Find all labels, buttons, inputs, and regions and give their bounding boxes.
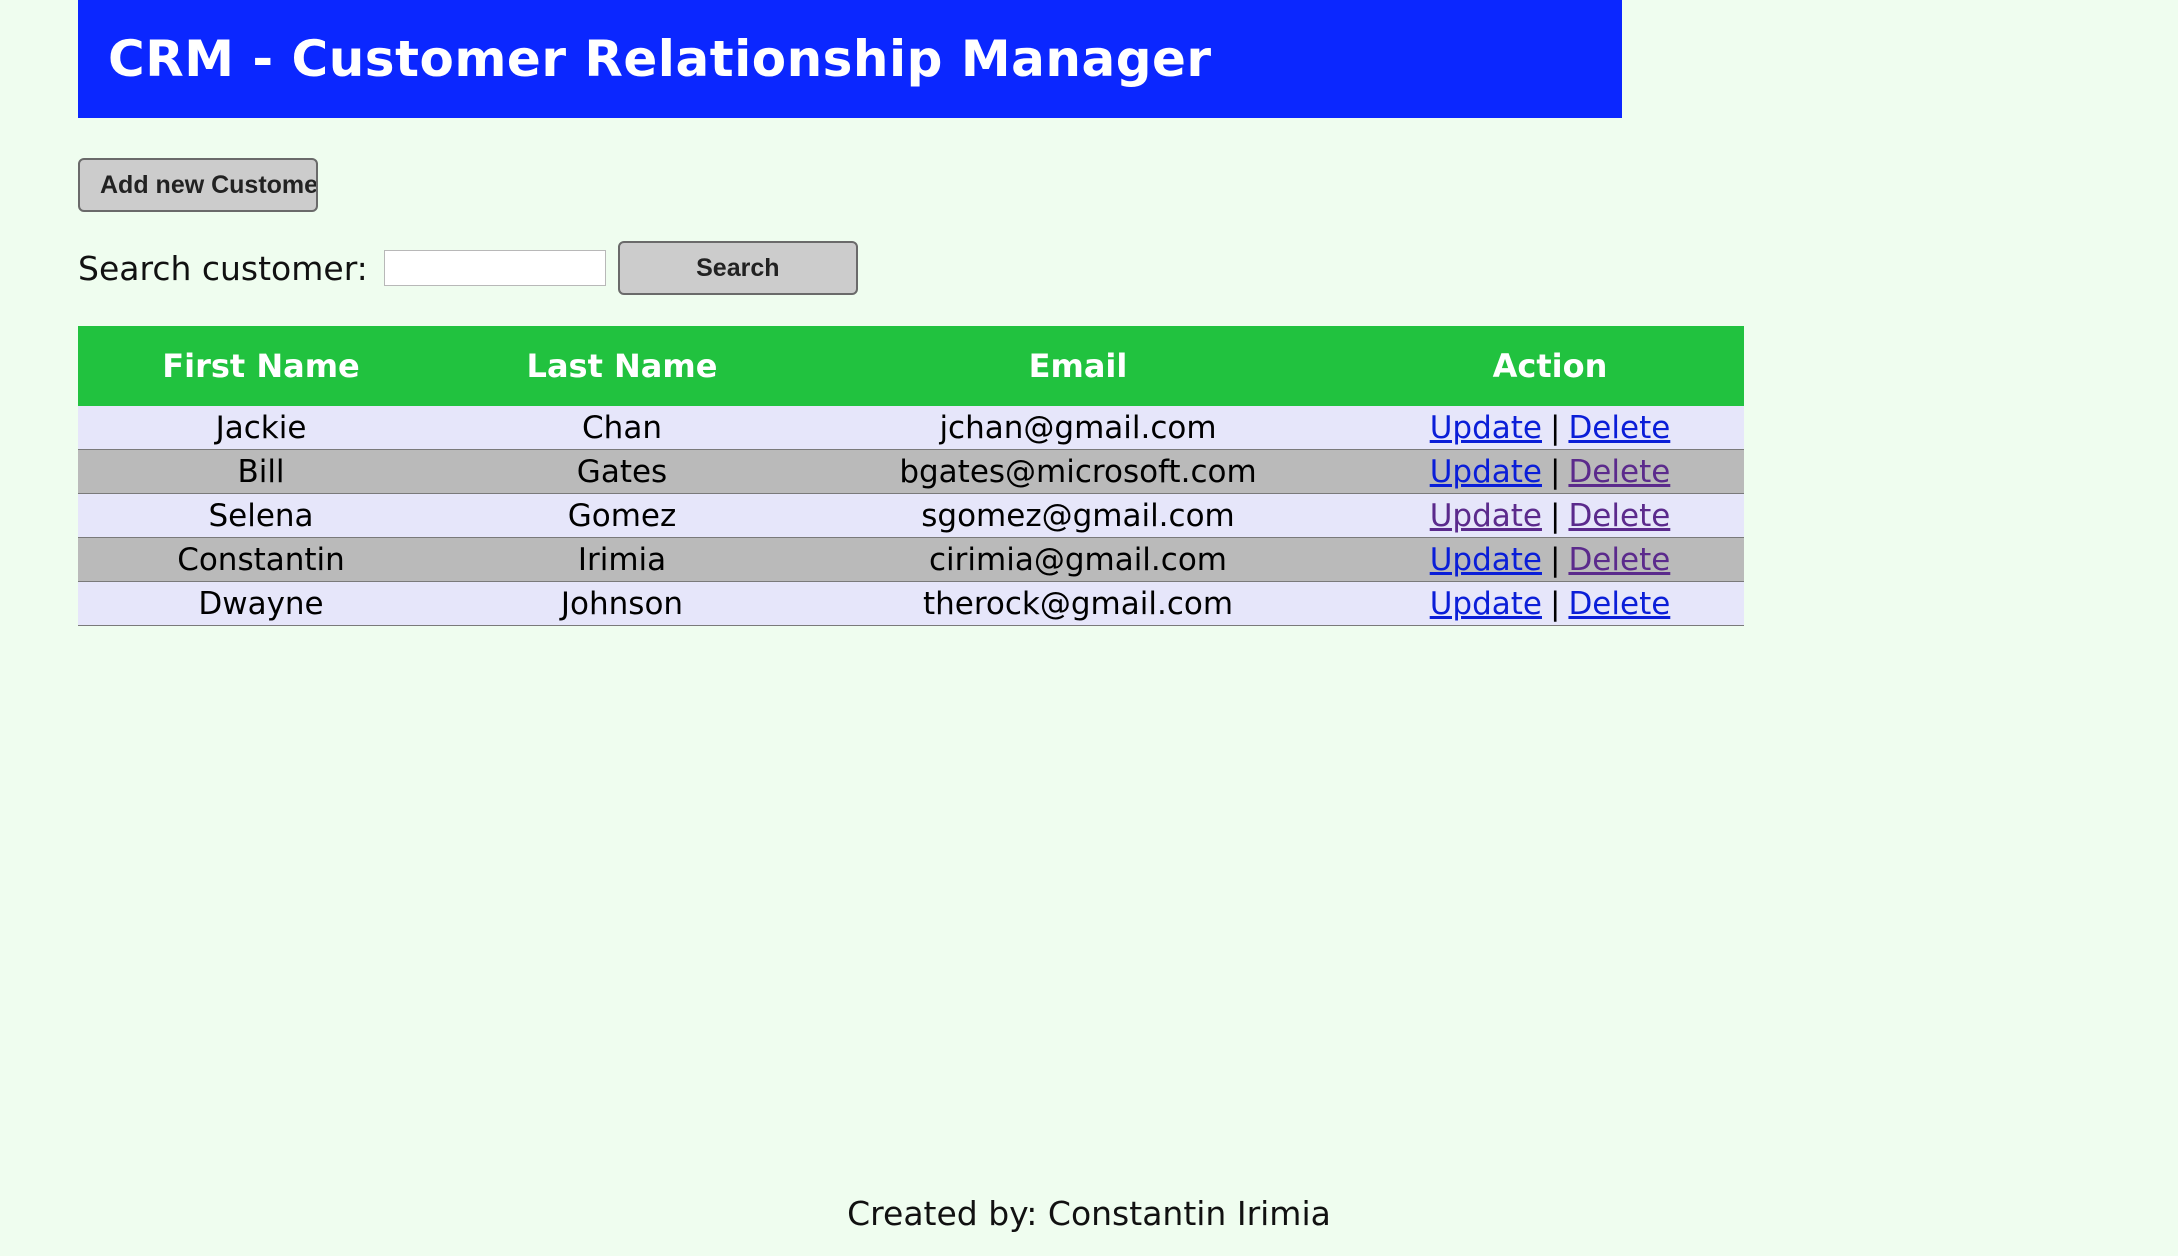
add-customer-button[interactable]: Add new Customer [78, 158, 318, 212]
search-input[interactable] [383, 250, 606, 286]
update-link[interactable]: Update [1430, 410, 1542, 446]
update-link[interactable]: Update [1430, 454, 1542, 490]
table-row: Bill Gates bgates@microsoft.com Update | D… [78, 449, 1744, 494]
delete-link[interactable]: Delete [1568, 542, 1670, 578]
cell-first-name: Dwayne [78, 581, 444, 626]
cell-last-name: Gates [444, 449, 800, 494]
column-header-last-name: Last Name [444, 326, 800, 406]
action-separator: | [1549, 497, 1561, 534]
cell-action: Update | Delete [1356, 449, 1744, 494]
cell-first-name: Constantin [78, 537, 444, 582]
search-button[interactable]: Search [617, 241, 858, 295]
column-header-first-name: First Name [78, 326, 444, 406]
table-header-row: First Name Last Name Email Action [78, 326, 1744, 406]
search-form: Search customer: Search [78, 240, 858, 296]
table-row: Selena Gomez sgomez@gmail.com Update | Del… [78, 493, 1744, 538]
action-separator: | [1549, 453, 1561, 490]
page-header: CRM - Customer Relationship Manager [78, 0, 1622, 118]
update-link[interactable]: Update [1430, 542, 1542, 578]
cell-last-name: Johnson [444, 581, 800, 626]
table-row: Jackie Chan jchan@gmail.com Update | Delet… [78, 406, 1744, 450]
action-separator: | [1549, 409, 1561, 446]
cell-last-name: Irimia [444, 537, 800, 582]
cell-first-name: Jackie [78, 406, 444, 450]
cell-action: Update | Delete [1356, 537, 1744, 582]
delete-link[interactable]: Delete [1568, 410, 1670, 446]
cell-last-name: Chan [444, 406, 800, 450]
cell-email: therock@gmail.com [800, 581, 1356, 626]
cell-first-name: Selena [78, 493, 444, 538]
delete-link[interactable]: Delete [1568, 454, 1670, 490]
cell-action: Update | Delete [1356, 493, 1744, 538]
customer-table: First Name Last Name Email Action Jackie… [78, 326, 1744, 626]
table-row: Dwayne Johnson therock@gmail.com Update |… [78, 581, 1744, 626]
cell-first-name: Bill [78, 449, 444, 494]
cell-email: bgates@microsoft.com [800, 449, 1356, 494]
action-separator: | [1549, 541, 1561, 578]
column-header-email: Email [800, 326, 1356, 406]
table-row: Constantin Irimia cirimia@gmail.com Upda… [78, 537, 1744, 582]
footer-credit: Created by: Constantin Irimia [847, 1194, 1331, 1233]
action-separator: | [1549, 585, 1561, 622]
cell-last-name: Gomez [444, 493, 800, 538]
cell-action: Update | Delete [1356, 581, 1744, 626]
column-header-action: Action [1356, 326, 1744, 406]
page-title: CRM - Customer Relationship Manager [108, 30, 1212, 88]
update-link[interactable]: Update [1430, 586, 1542, 622]
cell-email: cirimia@gmail.com [800, 537, 1356, 582]
cell-action: Update | Delete [1356, 406, 1744, 450]
delete-link[interactable]: Delete [1568, 586, 1670, 622]
delete-link[interactable]: Delete [1568, 498, 1670, 534]
update-link[interactable]: Update [1430, 498, 1542, 534]
cell-email: sgomez@gmail.com [800, 493, 1356, 538]
search-label: Search customer: [78, 248, 368, 288]
cell-email: jchan@gmail.com [800, 406, 1356, 450]
